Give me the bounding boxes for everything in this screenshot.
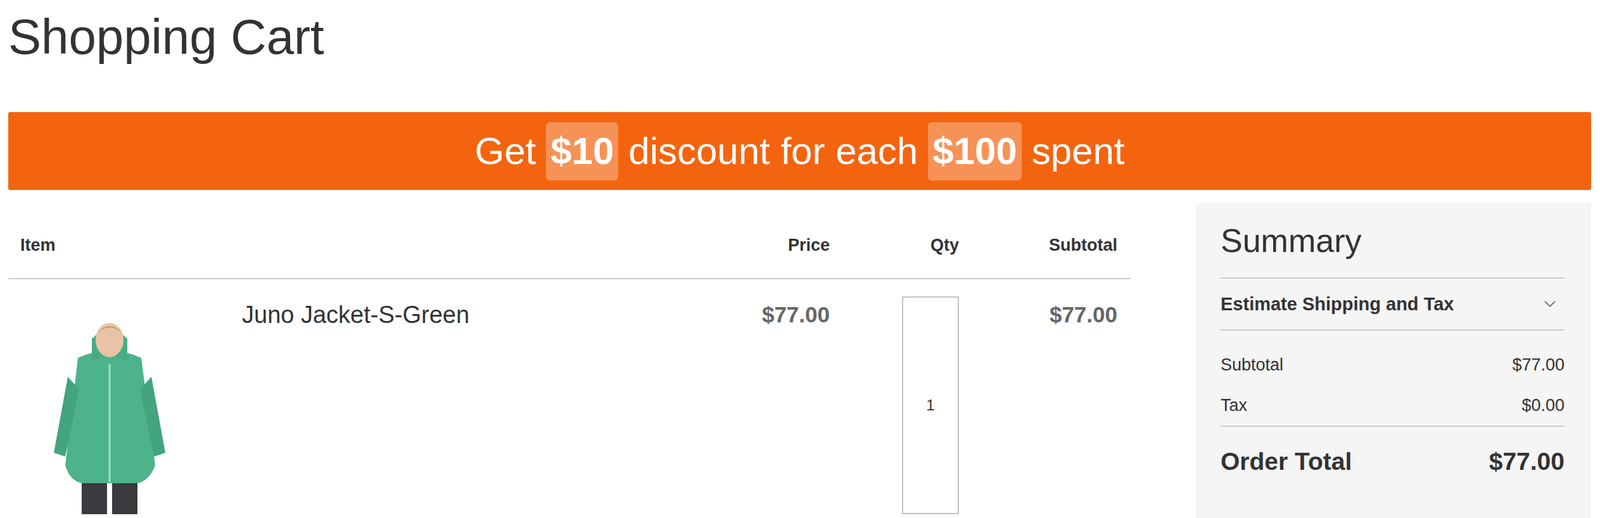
cart-table: ItemPriceQtySubtotal Juno Jacket-S-Green $…	[8, 203, 1131, 515]
column-header: Price	[703, 234, 830, 256]
promo-banner: Get$10discount for each$100spent	[8, 112, 1592, 191]
summary-line: Subtotal$77.00	[1220, 344, 1565, 386]
summary-title: Summary	[1220, 221, 1565, 279]
chevron-icon	[1540, 294, 1560, 314]
product-image	[28, 307, 192, 515]
summary-panel: SummaryEstimate Shipping and Tax Subtotal…	[1195, 203, 1592, 518]
item-price: $77.00	[703, 300, 830, 515]
promo-text: Get	[474, 126, 536, 177]
promo-text: discount for each	[628, 126, 918, 177]
qty-input[interactable]: 1	[901, 296, 959, 515]
shipping-toggle[interactable]: Estimate Shipping and Tax	[1220, 278, 1565, 331]
promo-highlight: $10	[546, 122, 619, 181]
table-row: Juno Jacket-S-Green$77.001$77.00	[8, 279, 1131, 515]
product-name[interactable]: Juno Jacket-S-Green	[241, 300, 470, 330]
column-header: Subtotal	[958, 234, 1118, 256]
column-header: Qty	[829, 234, 959, 256]
item-subtotal: $77.00	[958, 300, 1118, 515]
order-total: Order Total$77.00	[1220, 425, 1565, 475]
summary-line: Tax$0.00	[1220, 385, 1565, 426]
cart-page: Shopping Cart Get$10discount for each$100…	[0, 0, 1600, 518]
column-header: Item	[20, 234, 704, 256]
table-header: ItemPriceQtySubtotal	[8, 203, 1131, 280]
promo-highlight: $100	[927, 122, 1022, 181]
page-title: Shopping Cart	[8, 6, 1592, 67]
promo-text: spent	[1031, 126, 1125, 177]
